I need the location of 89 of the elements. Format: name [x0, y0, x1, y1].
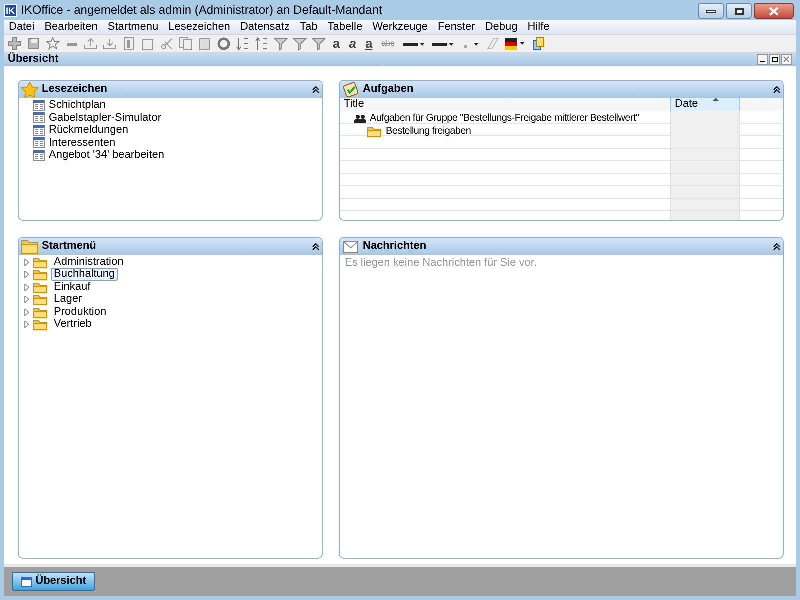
tree-item[interactable]: Einkauf [51, 280, 94, 294]
document-icon[interactable] [122, 36, 136, 50]
inner-window-title: Übersicht [8, 52, 59, 68]
restore-button[interactable] [769, 54, 780, 65]
close-button[interactable] [754, 3, 794, 19]
task-title[interactable]: Aufgaben für Gruppe "Bestellungs-Freigabe mittlerer Bestellwert" [370, 111, 640, 126]
folder-icon [33, 280, 48, 294]
star-icon[interactable] [46, 36, 60, 50]
minimize-icon [706, 10, 716, 12]
collapse-icon[interactable] [773, 242, 781, 250]
language-flag-icon[interactable] [504, 36, 528, 50]
window-title: IKOffice - angemeldet als admin (Administrator) an Default-Mandant [21, 2, 382, 19]
menu-item[interactable]: Fenster [433, 18, 480, 36]
folder-icon [33, 256, 48, 269]
menu-item[interactable]: Datensatz [235, 18, 295, 36]
menu-item[interactable]: Werkzeuge [368, 18, 434, 36]
people-icon [354, 114, 366, 122]
menu-item[interactable]: Bearbeiten [40, 18, 103, 36]
taskbar-button[interactable]: Übersicht [12, 572, 95, 591]
panel-title: Startmenü [42, 239, 98, 254]
close-icon [769, 6, 779, 16]
save-icon[interactable] [27, 36, 41, 50]
eraser-icon[interactable] [484, 36, 499, 50]
panel-title: Lesezeichen [42, 82, 108, 98]
empty-message: Es liegen keine Nachrichten für Sie vor. [344, 256, 538, 271]
sort-ascending-icon[interactable] [236, 36, 250, 50]
add-icon[interactable] [8, 36, 22, 50]
expand-arrow-icon[interactable] [24, 321, 30, 328]
window-icon [20, 576, 32, 586]
collapse-icon[interactable] [312, 242, 320, 250]
column-header[interactable]: Date [670, 98, 740, 111]
tree-item[interactable]: Vertrieb [51, 318, 95, 332]
panel-title: Aufgaben [363, 82, 415, 98]
filter-icon[interactable] [312, 36, 326, 50]
minimize-icon [760, 61, 765, 62]
import-icon[interactable] [103, 36, 117, 50]
close-icon [783, 56, 790, 63]
scissors-icon[interactable] [160, 36, 174, 50]
minimize-button[interactable] [698, 3, 724, 19]
folder-icon [33, 306, 48, 319]
collapse-icon[interactable] [312, 86, 320, 94]
menu-item[interactable]: Lesezeichen [164, 18, 236, 36]
minimize-button[interactable] [757, 54, 768, 65]
menu-item[interactable]: Hilfe [522, 18, 555, 36]
underline-button[interactable]: a [363, 37, 375, 50]
documents-icon[interactable] [532, 36, 545, 50]
menu-item[interactable]: Tabelle [322, 18, 368, 36]
star-icon [21, 82, 39, 98]
table-icon [33, 112, 45, 124]
folder-icon [33, 318, 48, 332]
table-icon [33, 124, 45, 136]
tree-item[interactable]: Lager [51, 293, 86, 306]
table-icon [33, 100, 45, 111]
panel-title: Nachrichten [363, 239, 428, 254]
expand-arrow-icon[interactable] [24, 284, 30, 291]
task-title[interactable]: Bestellung freigaben [386, 124, 472, 138]
tree-item[interactable]: Buchhaltung [51, 268, 118, 282]
filter-icon[interactable] [274, 36, 288, 50]
maximize-button[interactable] [726, 3, 752, 19]
menu-item[interactable]: Debug [480, 18, 523, 36]
menu-item[interactable]: Datei [4, 18, 40, 36]
folder-icon [21, 238, 39, 254]
table-icon [33, 150, 45, 161]
expand-arrow-icon[interactable] [24, 271, 30, 278]
folder-icon [367, 124, 382, 138]
expand-arrow-icon[interactable] [24, 308, 30, 316]
app-logo-icon: IK [4, 4, 17, 16]
tree-item[interactable]: Administration [51, 256, 127, 269]
copy-icon[interactable] [179, 36, 193, 50]
tree-item[interactable]: Produktion [51, 306, 110, 319]
expand-arrow-icon[interactable] [24, 258, 30, 266]
envelope-icon [342, 238, 360, 254]
expand-arrow-icon[interactable] [24, 296, 30, 304]
filter-icon[interactable] [293, 36, 307, 50]
table-icon [33, 137, 45, 148]
maximize-icon [734, 8, 744, 14]
collapse-icon[interactable] [773, 86, 781, 94]
export-icon[interactable] [84, 36, 98, 50]
italic-button[interactable]: a [347, 37, 358, 50]
bold-button[interactable]: a [331, 37, 342, 50]
restore-icon [772, 57, 778, 62]
menu-item[interactable]: Startmenu [102, 18, 164, 36]
sort-descending-icon[interactable] [255, 36, 269, 50]
column-header[interactable]: Title [340, 98, 670, 111]
folder-icon [33, 293, 48, 306]
folder-icon [33, 268, 48, 282]
menu-item[interactable]: Tab [294, 18, 323, 36]
column-header [740, 98, 783, 111]
task-icon [342, 82, 360, 98]
